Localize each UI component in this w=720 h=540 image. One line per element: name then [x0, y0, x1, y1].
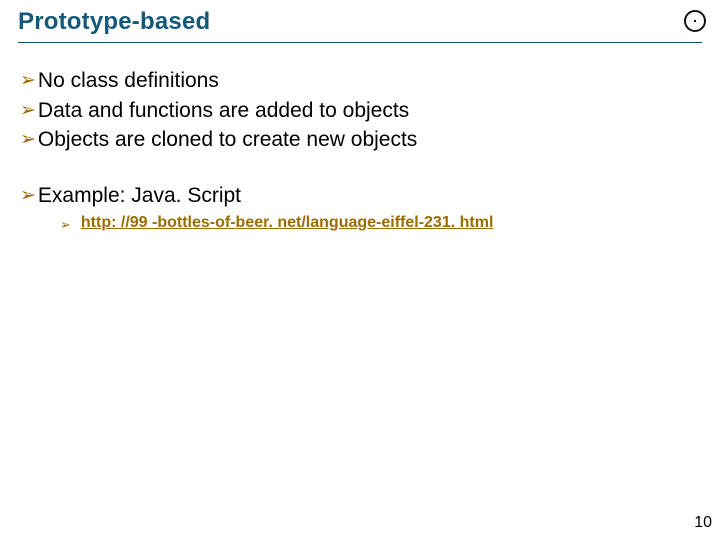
reference-link[interactable]: http: //99 -bottles-of-beer. net/languag… [81, 214, 493, 232]
bullet-text: No class definitions [38, 67, 219, 95]
body: ➢ No class definitions ➢ Data and functi… [18, 67, 702, 236]
bullet-arrow-icon: ➢ [20, 67, 36, 96]
bullet-arrow-icon: ➢ [20, 97, 36, 126]
bullet-text: Data and functions are added to objects [38, 97, 409, 125]
bullet-item: ➢ Objects are cloned to create new objec… [20, 126, 702, 155]
bullet-item: ➢ Data and functions are added to object… [20, 97, 702, 126]
spacer [20, 156, 702, 182]
corner-logo-icon [684, 10, 706, 32]
bullet-text: Objects are cloned to create new objects [38, 126, 417, 154]
bullet-arrow-icon: ➢ [20, 126, 36, 155]
sub-bullet-arrow-icon: ➢ [60, 214, 71, 236]
bullet-item: ➢ Example: Java. Script [20, 182, 702, 211]
bullet-arrow-icon: ➢ [20, 182, 36, 211]
slide: Prototype-based ➢ No class definitions ➢… [0, 0, 720, 540]
bullet-text: Example: Java. Script [38, 182, 241, 210]
page-number: 10 [694, 514, 712, 532]
slide-title: Prototype-based [18, 8, 210, 36]
bullet-list: ➢ No class definitions ➢ Data and functi… [20, 67, 702, 155]
sub-bullet-list: ➢ http: //99 -bottles-of-beer. net/langu… [20, 214, 702, 236]
bullet-item: ➢ No class definitions [20, 67, 702, 96]
sub-bullet-item: ➢ http: //99 -bottles-of-beer. net/langu… [60, 214, 702, 236]
bullet-list-example: ➢ Example: Java. Script [20, 182, 702, 211]
header: Prototype-based [18, 8, 702, 43]
